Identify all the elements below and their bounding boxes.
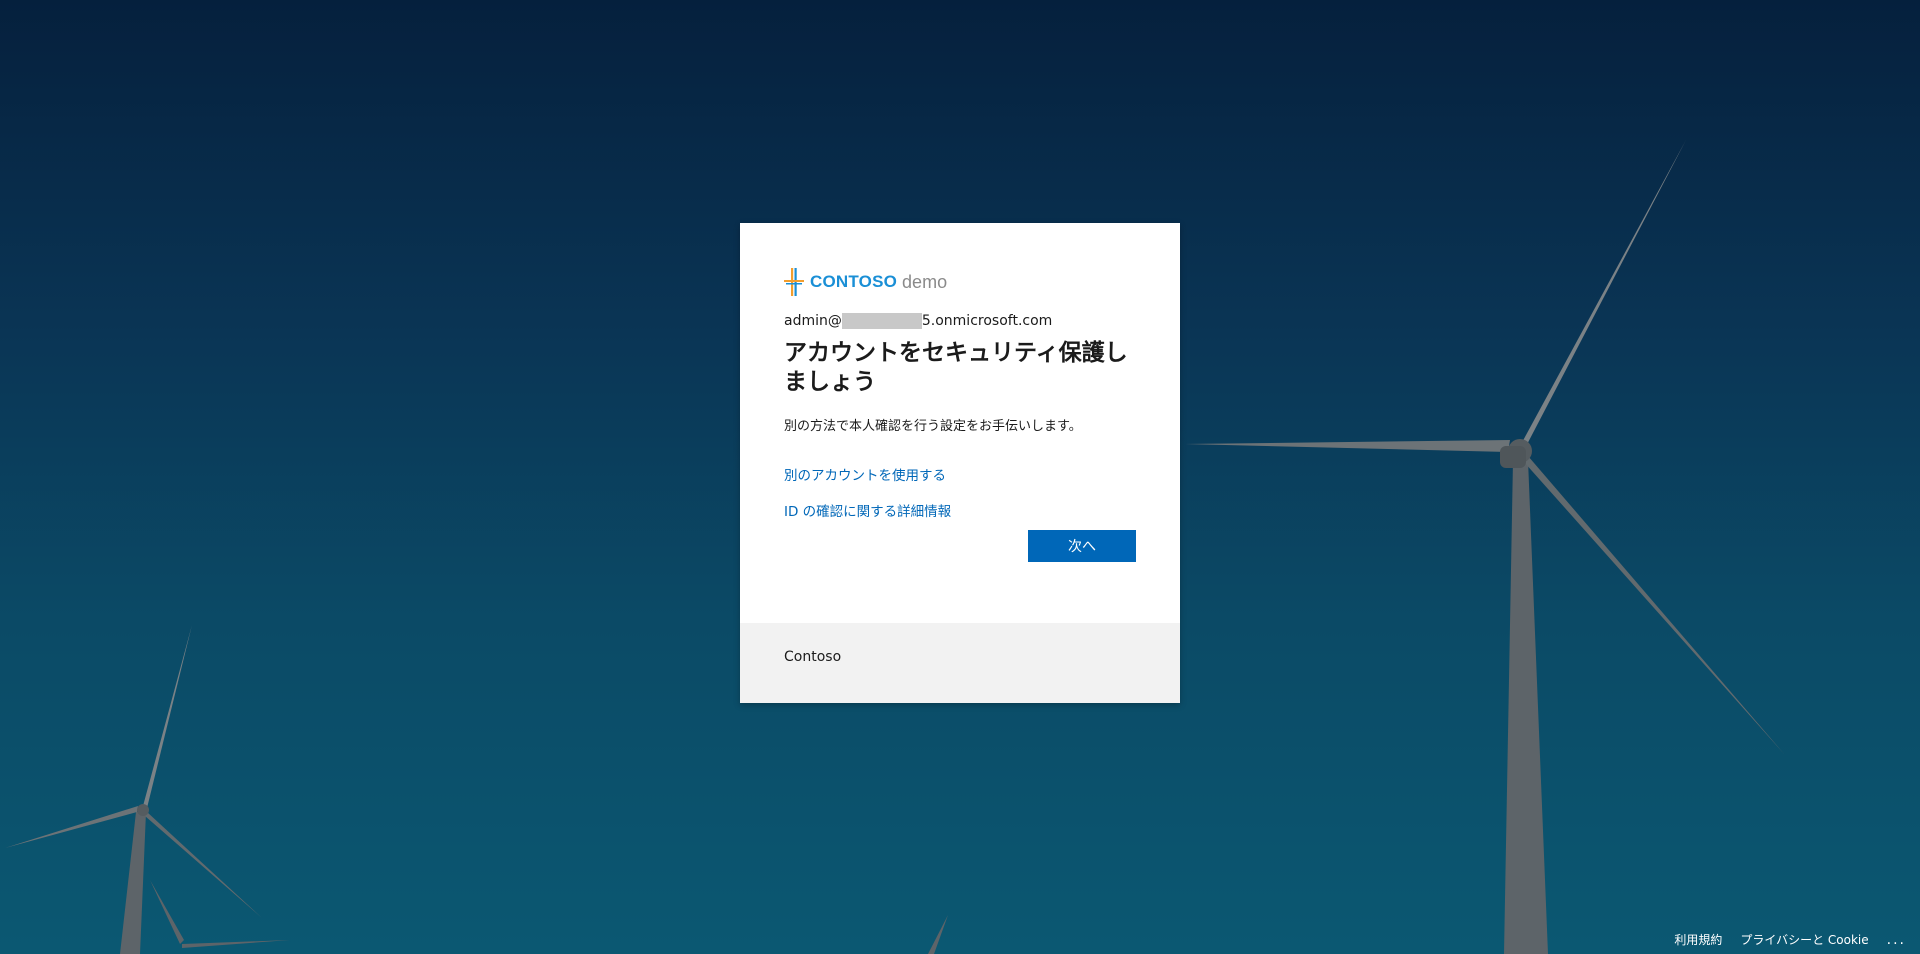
organization-name: Contoso bbox=[784, 649, 842, 665]
redacted-block bbox=[841, 313, 922, 329]
next-button[interactable]: 次へ bbox=[1028, 530, 1136, 562]
wind-turbine-large bbox=[1185, 140, 1785, 954]
page-footer: 利用規約 プライバシーと Cookie ... bbox=[1656, 931, 1906, 948]
wind-turbine-distant bbox=[150, 880, 948, 954]
card-footer: Contoso bbox=[740, 623, 1180, 703]
privacy-cookies-link[interactable]: プライバシーと Cookie bbox=[1740, 931, 1868, 948]
logo-brand-text: CONTOSO bbox=[810, 272, 898, 291]
more-info-link[interactable]: ID の確認に関する詳細情報 bbox=[784, 500, 1136, 520]
account-identity: admin@ 5.onmicrosoft.com bbox=[784, 311, 1136, 331]
contoso-logo-icon bbox=[784, 268, 804, 296]
page-title: アカウントをセキュリティ保護しましょう bbox=[784, 340, 1128, 395]
identity-prefix: admin@ bbox=[784, 313, 842, 329]
use-other-account-link[interactable]: 別のアカウントを使用する bbox=[784, 464, 1136, 484]
more-options-icon[interactable]: ... bbox=[1887, 932, 1906, 948]
wind-turbine-small bbox=[5, 625, 262, 954]
button-row: 次へ bbox=[784, 530, 1136, 562]
card-body: CONTOSO demo admin@ 5.onmicrosoft.com アカ… bbox=[784, 267, 1136, 562]
logo-sub-text: demo bbox=[902, 271, 948, 292]
terms-link[interactable]: 利用規約 bbox=[1674, 931, 1722, 948]
identity-suffix: 5.onmicrosoft.com bbox=[921, 313, 1053, 329]
sign-in-card: CONTOSO demo admin@ 5.onmicrosoft.com アカ… bbox=[740, 223, 1180, 703]
page-description: 別の方法で本人確認を行う設定をお手伝いします。 bbox=[784, 419, 1082, 434]
contoso-logo: CONTOSO demo bbox=[784, 267, 1136, 297]
